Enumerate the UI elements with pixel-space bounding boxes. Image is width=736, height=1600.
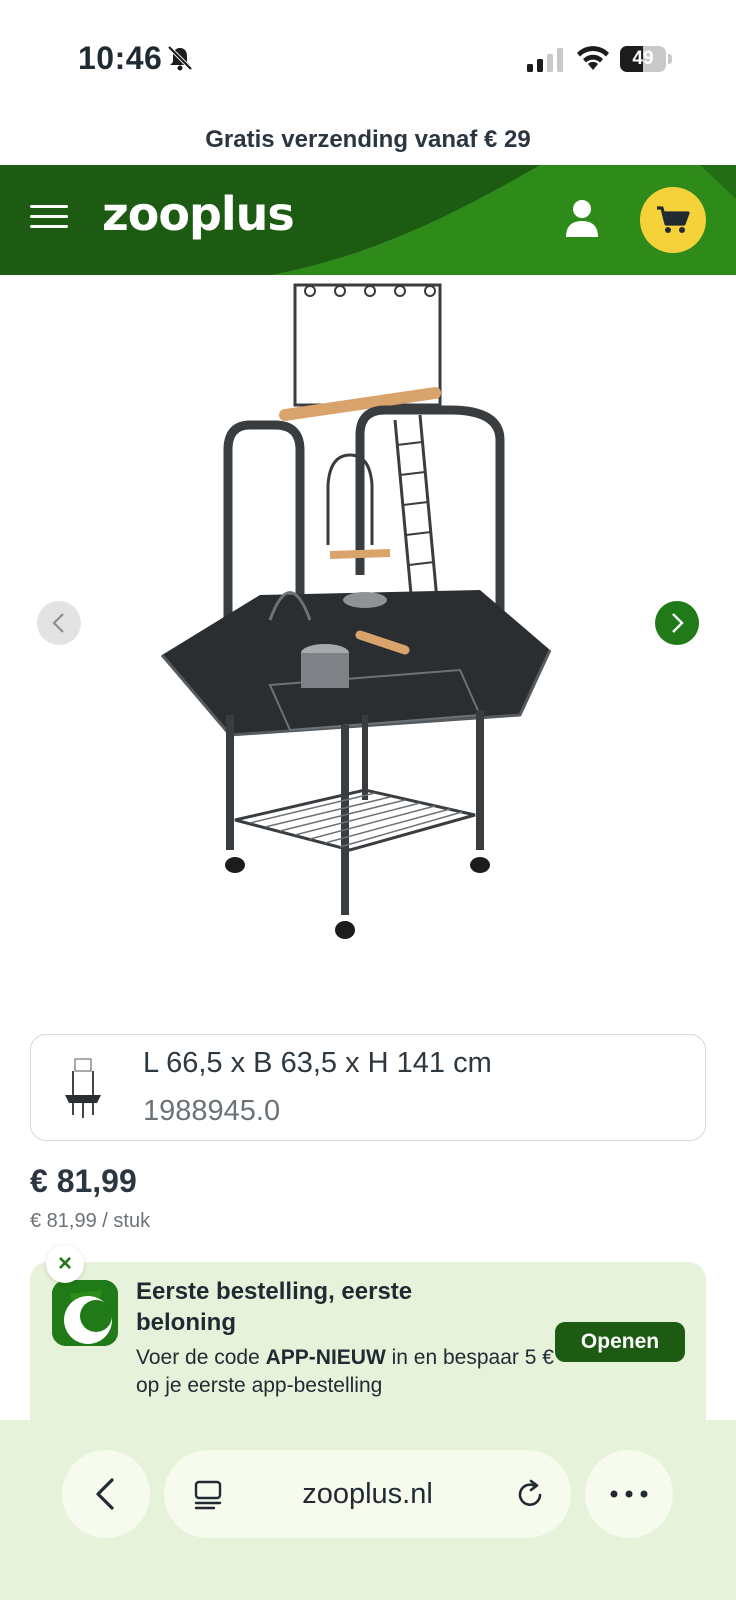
reload-icon[interactable] bbox=[514, 1478, 546, 1510]
browser-more-button[interactable] bbox=[585, 1450, 673, 1538]
cart-button[interactable] bbox=[640, 187, 706, 253]
product-image-bird-play-stand bbox=[160, 283, 552, 939]
wifi-icon bbox=[577, 46, 609, 70]
browser-address-bar[interactable]: zooplus.nl bbox=[164, 1450, 571, 1538]
more-dots-icon bbox=[610, 1490, 648, 1498]
cart-icon bbox=[657, 206, 690, 233]
battery-icon: 49 bbox=[620, 46, 672, 72]
promo-code: APP-NIEUW bbox=[265, 1346, 386, 1369]
browser-toolbar: zooplus.nl bbox=[0, 1420, 736, 1600]
gallery-next-button[interactable] bbox=[655, 601, 699, 645]
signal-icon bbox=[527, 48, 563, 72]
chevron-left-icon bbox=[96, 1478, 114, 1510]
bell-off-icon bbox=[167, 45, 193, 71]
chevron-left-icon bbox=[52, 613, 64, 633]
chevron-right-icon bbox=[672, 613, 684, 633]
variant-selector[interactable]: L 66,5 x B 63,5 x H 141 cm 1988945.0 bbox=[30, 1034, 706, 1141]
close-app-banner-button[interactable]: × bbox=[46, 1245, 84, 1283]
menu-button[interactable] bbox=[30, 198, 72, 234]
open-app-button[interactable]: Openen bbox=[555, 1322, 685, 1362]
browser-back-button[interactable] bbox=[62, 1450, 150, 1538]
zooplus-logo[interactable]: zooplus bbox=[102, 187, 295, 241]
app-promo-text: Voer de code APP-NIEUW in en bespaar 5 €… bbox=[136, 1346, 554, 1397]
gallery-prev-button[interactable] bbox=[37, 601, 81, 645]
zooplus-app-icon bbox=[52, 1280, 118, 1346]
status-bar: 10:46 49 bbox=[0, 0, 736, 118]
status-time: 10:46 bbox=[78, 40, 163, 76]
site-header: zooplus bbox=[0, 165, 736, 275]
app-download-banner: Eerste bestelling, eerste beloning Voer … bbox=[30, 1262, 706, 1432]
app-promo-title: Eerste bestelling, eerste beloning bbox=[136, 1278, 413, 1336]
product-price: € 81,99 bbox=[30, 1163, 137, 1199]
variant-sku: 1988945.0 bbox=[143, 1095, 281, 1127]
unit-price: € 81,99 / stuk bbox=[30, 1210, 151, 1232]
variant-thumbnail bbox=[65, 1058, 101, 1118]
battery-level: 49 bbox=[632, 48, 654, 69]
product-gallery[interactable] bbox=[0, 275, 736, 995]
browser-url[interactable]: zooplus.nl bbox=[164, 1450, 571, 1538]
variant-size: L 66,5 x B 63,5 x H 141 cm bbox=[143, 1047, 492, 1079]
account-icon[interactable] bbox=[562, 197, 602, 239]
shipping-promo-banner[interactable]: Gratis verzending vanaf € 29 bbox=[0, 118, 736, 165]
